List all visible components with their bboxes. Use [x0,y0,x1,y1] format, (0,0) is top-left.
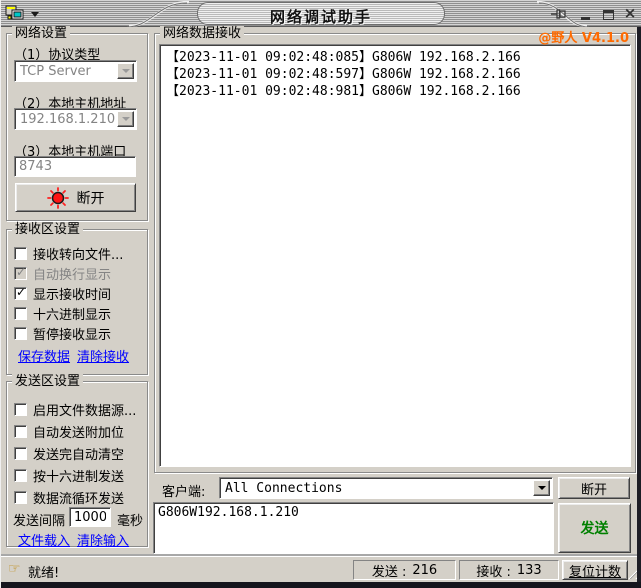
checkbox-receive-to-file[interactable]: 接收转向文件... [14,245,124,263]
disconnect-button[interactable]: 断开 [15,183,136,212]
host-combo-drop-button [117,111,134,127]
checkbox-auto-wrap: ✓ 自动换行显示 [14,264,112,283]
send-interval-input[interactable] [69,507,111,527]
send-button[interactable]: 发送 [558,503,631,553]
send-settings-title: 发送区设置 [12,374,84,389]
checkbox-label: 数据流循环发送 [33,491,125,507]
checkbox-label: 按十六进制发送 [33,469,125,485]
checkbox-label: 暂停接收显示 [33,327,112,343]
disconnect-button-label: 断开 [76,190,105,207]
status-bar: ☞ 就绪! 发送 : 216 接收 : 133 复位计数 [1,556,641,582]
reset-count-button[interactable]: 复位计数 [562,560,628,580]
checkbox-label: 接收转向文件... [33,247,124,263]
sent-counter-label: 发送 : [371,564,407,580]
client-disconnect-label: 断开 [580,482,607,498]
minimize-button[interactable] [576,5,594,22]
checkbox-box [14,306,27,320]
send-input[interactable]: G806W192.168.1.210 [153,502,554,554]
close-button[interactable]: × [621,5,639,22]
version-badge: @野人 V4.1.0 [538,31,629,46]
checkbox-box: ✓ [14,264,27,280]
client-combo[interactable]: All Connections [219,477,553,499]
log-line: 【2023-11-01 09:02:48:085】G806W 192.168.2… [166,50,521,65]
network-data-receive-title: 网络数据接收 [160,26,245,41]
close-icon: × [623,4,637,22]
checkbox-box: ✓ [14,284,27,300]
reset-count-label: 复位计数 [568,564,621,580]
host-port-input [14,156,136,177]
send-interval-label: 发送间隔 [13,514,66,529]
client-disconnect-button[interactable]: 断开 [558,477,630,499]
checkbox-loop-send[interactable]: 数据流循环发送 [14,489,125,507]
app-window: 网络调试助手 × 网络设置 （1）协议类型 TCP Server （2）本地主机… [0,0,641,588]
checkbox-box [14,424,27,438]
host-address-combo: 192.168.1.210 [14,108,137,130]
checkbox-file-data-source[interactable]: 启用文件数据源... [14,401,137,419]
client-combo-drop-button[interactable] [533,480,550,496]
checkbox-label: 发送完自动清空 [33,447,125,463]
client-label: 客户端: [162,485,206,500]
receive-settings-title: 接收区设置 [12,222,84,237]
checkbox-label: 十六进制显示 [33,307,112,323]
chevron-down-icon [121,69,130,73]
checkbox-box [14,468,27,482]
window-edge-bottom [1,582,641,588]
recv-counter-panel: 接收 : 133 [459,560,559,580]
titlebar-swoosh-left [126,0,190,27]
checkbox-pause-display[interactable]: 暂停接收显示 [14,325,112,343]
title-pill: 网络调试助手 [197,2,445,26]
recv-counter-label: 接收 : [476,564,511,580]
checkbox-label: 自动换行显示 [33,267,112,283]
checkbox-label: 显示接收时间 [33,287,112,303]
maximize-button[interactable] [599,5,617,22]
checkbox-send-as-hex[interactable]: 按十六进制发送 [14,467,125,485]
sent-counter-value: 216 [412,562,438,578]
log-line: 【2023-11-01 09:02:48:981】G806W 192.168.2… [166,84,521,99]
connection-led-icon [46,186,69,209]
checkbox-box [14,446,27,460]
checkbox-hex-display[interactable]: 十六进制显示 [14,305,112,323]
send-button-label: 发送 [580,521,609,537]
protocol-type-combo: TCP Server [14,60,137,82]
protocol-combo-drop-button [117,63,134,79]
window-title: 网络调试助手 [269,8,372,26]
checkbox-label: 启用文件数据源... [33,403,137,419]
checkbox-box [14,402,27,416]
checkbox-label: 自动发送附加位 [33,425,125,441]
receive-log-area[interactable]: 【2023-11-01 09:02:48:085】G806W 192.168.2… [159,44,631,467]
network-settings-title: 网络设置 [12,26,71,41]
save-data-link[interactable]: 保存数据 [18,346,70,365]
minimize-icon [580,17,590,20]
protocol-type-value: TCP Server [20,64,91,79]
clear-input-link[interactable]: 清除输入 [77,530,129,549]
checkbox-show-recv-time[interactable]: ✓ 显示接收时间 [14,284,112,303]
sent-counter-panel: 发送 : 216 [353,560,456,580]
hand-icon: ☞ [8,561,21,577]
pin-icon[interactable] [550,6,568,22]
recv-counter-value: 133 [516,562,542,578]
file-load-link[interactable]: 文件载入 [18,530,70,549]
chevron-down-icon [537,486,546,490]
log-line: 【2023-11-01 09:02:48:597】G806W 192.168.2… [166,67,521,82]
checkbox-box [14,246,27,260]
checkbox-auto-clear-after-send[interactable]: 发送完自动清空 [14,445,125,463]
client-combo-value: All Connections [225,481,343,496]
titlebar: 网络调试助手 × [1,0,641,27]
checkbox-box [14,490,27,504]
send-interval-unit: 毫秒 [117,514,144,529]
maximize-icon [602,10,614,20]
clear-receive-link[interactable]: 清除接收 [77,346,129,365]
checkbox-auto-append[interactable]: 自动发送附加位 [14,423,125,441]
window-edge-right [637,27,641,582]
checkbox-box [14,326,27,340]
status-text: 就绪! [28,566,60,581]
host-address-value: 192.168.1.210 [20,112,116,127]
chevron-down-icon [121,117,130,121]
